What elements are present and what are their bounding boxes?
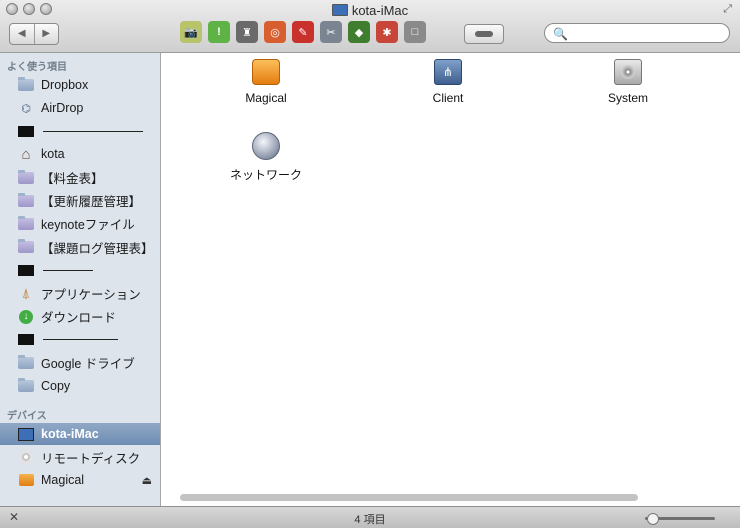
sidebar-item-label: 【料金表】 xyxy=(41,172,104,187)
red-disc-icon[interactable]: ◎ xyxy=(264,21,286,43)
sidebar-item-label: AirDrop xyxy=(41,101,84,116)
sidebar-item-fav-12[interactable]: Google ドライブ xyxy=(0,352,160,374)
window-title: kota-iMac xyxy=(0,3,740,18)
folder-icon xyxy=(18,77,34,92)
imac-icon xyxy=(331,4,348,16)
slider-knob[interactable] xyxy=(647,513,659,525)
search-input[interactable] xyxy=(567,26,725,42)
redacted-block xyxy=(18,334,34,346)
file-item-label: Client xyxy=(432,91,464,105)
icon-size-slider[interactable] xyxy=(645,513,715,525)
sidebar-item-dev-1[interactable]: リモートディスク xyxy=(0,446,160,468)
sidebar-item-fav-9[interactable]: ⍋ アプリケーション xyxy=(0,282,160,304)
purple-folder-icon xyxy=(18,215,34,231)
purple-folder-icon xyxy=(18,239,34,254)
disc-icon xyxy=(18,450,34,464)
file-item-label: System xyxy=(607,91,648,105)
sidebar-item-fav-7[interactable]: 【課題ログ管理表】 xyxy=(0,236,160,258)
horizontal-scrollbar[interactable] xyxy=(180,494,638,501)
robot-icon[interactable]: ✱ xyxy=(376,21,398,43)
forward-button[interactable]: ▶ xyxy=(33,24,59,44)
file-icon-view: Magical ⋔ Client System ネットワーク xyxy=(161,53,740,506)
sidebar-item-fav-4[interactable]: 【料金表】 xyxy=(0,167,160,189)
photo-tool-icon[interactable]: 📷 xyxy=(180,21,202,43)
sidebar-item-label: 【課題ログ管理表】 xyxy=(41,241,154,256)
file-item-2[interactable]: System xyxy=(573,59,683,105)
back-button[interactable]: ◀ xyxy=(10,24,34,44)
pill-icon xyxy=(475,31,493,37)
titlebar: kota-iMac ⤢ ◀ ▶ 📷! ♜ ◎ ✎ ✂ ◆ ✱ □ 🔍 xyxy=(0,0,740,53)
sidebar-item-dev-2[interactable]: Magical ⏏ xyxy=(0,469,160,491)
sidebar-item-label: 【更新履歴管理】 xyxy=(41,195,142,210)
file-item-label: ネットワーク xyxy=(229,168,302,182)
sidebar-item-label: Magical xyxy=(41,473,85,487)
redacted-block xyxy=(18,264,34,276)
file-item-1[interactable]: ⋔ Client xyxy=(393,59,503,105)
item-count: 4 項目 xyxy=(354,514,386,526)
sidebar-item-fav-5[interactable]: 【更新履歴管理】 xyxy=(0,190,160,212)
sidebar-item-label: アプリケーション xyxy=(41,287,141,302)
toggle-toolbar-button[interactable] xyxy=(464,24,504,44)
screenshot-icon[interactable]: ✂ xyxy=(320,21,342,43)
sidebar-item-label: ダウンロード xyxy=(41,311,117,325)
sidebar-separator xyxy=(0,329,160,351)
search-icon: 🔍 xyxy=(553,27,568,41)
sidebar-item-label: keynoteファイル xyxy=(41,218,135,233)
sidebar-item-fav-1[interactable]: ⌬ AirDrop xyxy=(0,97,160,119)
sidebar: よく使う項目 Dropbox ⌬ AirDrop ⌂ kota 【料金表】【更新履歴管理】 k… xyxy=(0,53,161,506)
download-icon: ↓ xyxy=(18,309,34,324)
sidebar-item-label: Google ドライブ xyxy=(41,357,135,372)
hard-disk-icon xyxy=(614,59,642,85)
file-item-0[interactable]: Magical xyxy=(211,59,321,105)
search-field[interactable]: 🔍 xyxy=(544,23,730,43)
imac-icon xyxy=(18,427,34,441)
file-item-label: Magical xyxy=(245,91,287,105)
favorites-header: よく使う項目 xyxy=(7,62,67,73)
sidebar-item-label: kota xyxy=(41,147,65,162)
sidebar-item-fav-0[interactable]: Dropbox xyxy=(0,74,160,96)
sidebar-item-fav-13[interactable]: Copy xyxy=(0,375,160,397)
eject-icon[interactable]: ⏏ xyxy=(142,474,152,487)
sweeper-icon[interactable]: ♜ xyxy=(236,21,258,43)
finder-window: kota-iMac ⤢ ◀ ▶ 📷! ♜ ◎ ✎ ✂ ◆ ✱ □ 🔍 よく使う項目 Dropbo… xyxy=(0,0,740,528)
green-card-icon[interactable]: ◆ xyxy=(348,21,370,43)
external-drive-icon xyxy=(252,59,280,85)
sidebar-item-label: Dropbox xyxy=(41,78,89,92)
sidebar-item-label: kota-iMac xyxy=(41,427,99,441)
server-drive-icon: ⋔ xyxy=(434,59,462,85)
folder-icon xyxy=(18,354,34,370)
purple-folder-icon xyxy=(18,192,34,208)
network-globe-icon xyxy=(252,132,280,160)
back-forward-buttons: ◀ ▶ xyxy=(9,23,59,45)
sidebar-separator xyxy=(0,259,160,281)
status-bar: ✕ 4 項目 xyxy=(0,506,740,528)
home-icon: ⌂ xyxy=(21,145,31,163)
folder-icon xyxy=(18,377,34,393)
purple-folder-icon xyxy=(18,169,34,185)
redacted-block xyxy=(18,125,34,137)
applications-icon: ⍋ xyxy=(21,284,31,301)
external-drive-icon xyxy=(18,473,34,487)
separator-rule xyxy=(43,130,143,132)
square-button-icon[interactable]: □ xyxy=(404,21,426,43)
separator-rule xyxy=(43,269,93,271)
sidebar-item-label: リモートディスク xyxy=(41,451,141,466)
separator-rule xyxy=(43,339,118,341)
sidebar-item-fav-6[interactable]: keynoteファイル xyxy=(0,213,160,235)
airdrop-icon: ⌬ xyxy=(21,102,31,115)
fullscreen-icon[interactable]: ⤢ xyxy=(723,3,732,16)
file-item-3[interactable]: ネットワーク xyxy=(211,132,321,183)
sidebar-item-fav-10[interactable]: ↓ ダウンロード xyxy=(0,306,160,328)
sidebar-item-fav-3[interactable]: ⌂ kota xyxy=(0,143,160,165)
devices-header: デバイス xyxy=(7,411,47,422)
sidebar-item-dev-0[interactable]: kota-iMac xyxy=(0,423,160,445)
sidebar-separator xyxy=(0,120,160,142)
marker-icon[interactable]: ✎ xyxy=(292,21,314,43)
toolbar-icons: 📷! ♜ ◎ ✎ ✂ ◆ ✱ □ xyxy=(180,21,426,43)
green-exclaim-icon[interactable]: ! xyxy=(208,21,230,43)
sidebar-item-label: Copy xyxy=(41,378,71,393)
